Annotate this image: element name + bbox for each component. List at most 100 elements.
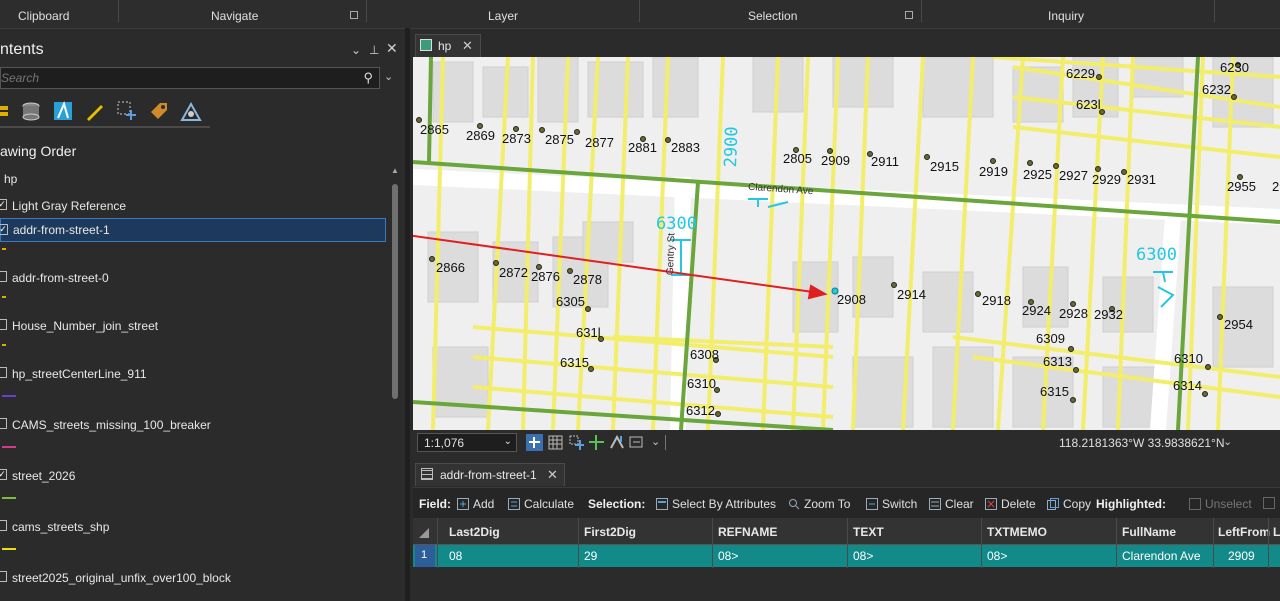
column-divider <box>981 518 982 568</box>
list-by-source-icon[interactable] <box>20 100 42 122</box>
column-header[interactable]: TEXT <box>853 525 884 539</box>
cell-fullname[interactable]: Clarendon Ave <box>1122 549 1201 563</box>
layer-checkbox[interactable]: ✓ <box>0 224 8 235</box>
add-field-button[interactable]: Add <box>457 497 494 511</box>
tab-attribute-table[interactable]: addr-from-street-1 ✕ <box>415 463 565 486</box>
select-by-attributes-button[interactable]: Select By Attributes <box>656 497 776 511</box>
column-header[interactable]: Last2Dig <box>449 525 500 539</box>
layer-item-selected[interactable]: ✓ addr-from-street-1 <box>0 218 386 242</box>
field-label: Field: <box>419 497 451 511</box>
fixed-zoom-icon[interactable] <box>526 434 543 451</box>
search-input[interactable] <box>1 68 341 85</box>
clear-button[interactable]: Clear <box>929 497 974 511</box>
list-by-editing-icon[interactable] <box>84 100 106 122</box>
layer-checkbox[interactable] <box>0 319 7 330</box>
search-box[interactable]: ⚲ <box>0 67 380 89</box>
layer-name: street2025_original_unfix_over100_block <box>12 571 231 585</box>
list-by-selection-icon[interactable] <box>52 100 74 122</box>
layer-item[interactable]: hp_streetCenterLine_911 <box>0 362 386 386</box>
layer-checkbox[interactable] <box>0 418 7 429</box>
unselect-label: Unselect <box>1205 497 1252 511</box>
address-label: 2929 <box>1092 172 1121 187</box>
layer-checkbox[interactable] <box>0 367 7 378</box>
ribbon-separator <box>639 0 640 22</box>
pane-options-icon[interactable]: ⌄ <box>351 43 361 57</box>
pin-icon[interactable]: ⊥ <box>369 43 379 57</box>
contents-title: ntents <box>0 41 44 58</box>
list-by-snapping-icon[interactable] <box>116 100 138 122</box>
list-by-labeling-icon[interactable] <box>148 100 170 122</box>
scale-dropdown[interactable]: 1:1,076 ⌄ <box>417 433 517 452</box>
close-icon[interactable]: ✕ <box>386 40 398 57</box>
close-tab-icon[interactable]: ✕ <box>462 38 473 54</box>
column-header[interactable]: First2Dig <box>584 525 636 539</box>
cell-first2dig[interactable]: 29 <box>584 549 597 563</box>
map-view[interactable]: 6229 6230 6232 623l 2865 2869 2873 2875 … <box>413 57 1280 430</box>
address-label: 6232 <box>1202 82 1231 97</box>
layer-checkbox[interactable] <box>0 520 7 531</box>
cell-txtmemo[interactable]: 08> <box>987 549 1007 563</box>
correction-icon[interactable] <box>609 434 626 451</box>
layer-scrollbar[interactable]: ▲ <box>390 164 400 601</box>
map-node-hp[interactable]: hp <box>0 170 386 194</box>
pause-drawing-icon[interactable] <box>628 434 645 451</box>
column-header[interactable]: REFNAME <box>718 525 777 539</box>
cell-refname[interactable]: 08> <box>718 549 738 563</box>
layer-checkbox[interactable] <box>0 571 7 582</box>
address-label: 2928 <box>1059 306 1088 321</box>
zoom-to-button[interactable]: Zoom To <box>788 497 850 511</box>
list-by-perspective-icon[interactable] <box>180 100 202 122</box>
line-symbol <box>2 497 16 499</box>
column-header[interactable]: LeftFrom <box>1218 525 1270 539</box>
constraints-icon[interactable] <box>588 434 605 451</box>
list-by-drawing-order-icon[interactable] <box>0 100 16 122</box>
row-number[interactable]: 1 <box>415 545 435 567</box>
layer-checkbox[interactable]: ✓ <box>0 199 7 210</box>
select-all-corner-icon[interactable] <box>415 520 435 542</box>
unselect-button[interactable]: Unselect <box>1189 497 1252 511</box>
street-label: Clarendon Ave <box>747 181 814 198</box>
navigate-launcher-icon[interactable] <box>350 11 358 19</box>
address-label: 6312 <box>686 403 715 418</box>
address-label: 29 <box>1272 179 1280 194</box>
tab-map-hp[interactable]: hp ✕ <box>415 34 481 57</box>
cell-last2dig[interactable]: 08 <box>449 549 462 563</box>
switch-button[interactable]: Switch <box>866 497 917 511</box>
map-tab-label: hp <box>438 39 452 53</box>
search-icon[interactable]: ⚲ <box>363 70 373 86</box>
scroll-thumb[interactable] <box>392 184 398 399</box>
delete-button[interactable]: Delete <box>985 497 1036 511</box>
layer-item[interactable]: street2025_original_unfix_over100_block <box>0 566 386 590</box>
calculator-icon <box>508 498 520 510</box>
address-label: 6313 <box>1043 354 1072 369</box>
layer-item[interactable]: House_Number_join_street <box>0 314 386 338</box>
grid-icon[interactable] <box>547 434 564 451</box>
address-label: 2869 <box>466 128 495 143</box>
more-options-icon[interactable] <box>1263 497 1275 509</box>
copy-button[interactable]: Copy <box>1047 497 1091 511</box>
chevron-down-icon[interactable]: ⌄ <box>651 435 660 448</box>
layer-item[interactable]: CAMS_streets_missing_100_breaker <box>0 413 386 437</box>
column-header[interactable]: TXTMEMO <box>987 525 1047 539</box>
column-divider <box>1268 518 1269 568</box>
cell-leftfrom[interactable]: 2909 <box>1228 549 1255 563</box>
layer-checkbox[interactable]: ✓ <box>0 469 7 480</box>
close-tab-icon[interactable]: ✕ <box>547 467 558 483</box>
search-dropdown-icon[interactable]: ⌄ <box>384 70 393 83</box>
column-header[interactable]: L <box>1273 525 1280 539</box>
column-header[interactable]: FullName <box>1122 525 1176 539</box>
calculate-button[interactable]: Calculate <box>508 497 574 511</box>
layer-item[interactable]: addr-from-street-0 <box>0 266 386 290</box>
layer-item[interactable]: ✓ Light Gray Reference <box>0 194 386 218</box>
layer-item[interactable]: cams_streets_shp <box>0 515 386 539</box>
line-symbol <box>2 446 16 448</box>
cell-text[interactable]: 08> <box>853 549 873 563</box>
ribbon-group-layer: Layer <box>488 9 519 23</box>
pane-splitter[interactable] <box>405 28 410 601</box>
layer-checkbox[interactable] <box>0 271 7 282</box>
layer-item[interactable]: ✓ street_2026 <box>0 464 386 488</box>
selection-launcher-icon[interactable] <box>905 11 913 19</box>
chevron-down-icon[interactable]: ⌄ <box>1223 435 1232 448</box>
snapping-icon[interactable] <box>568 434 585 451</box>
scroll-up-icon[interactable]: ▲ <box>391 166 399 175</box>
